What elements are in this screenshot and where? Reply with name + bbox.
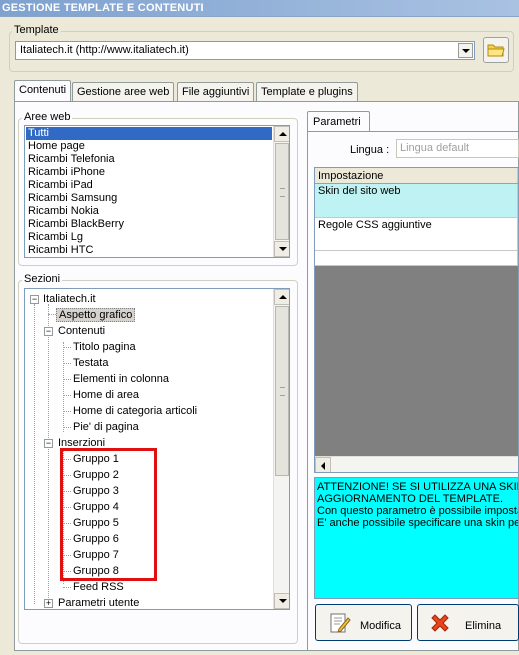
lingua-select[interactable]: Lingua default [396, 139, 519, 158]
folder-icon [487, 44, 505, 57]
template-group-label: Template [12, 24, 61, 36]
tab-label: Template e plugins [261, 86, 353, 98]
tab-file-aggiuntivi[interactable]: File aggiuntivi [177, 82, 255, 101]
scroll-down-icon[interactable] [274, 593, 289, 609]
tree-node-aspetto-grafico[interactable]: Aspetto grafico [56, 308, 136, 322]
tree-line [48, 314, 56, 315]
tree-node-item[interactable]: Pie' di pagina [73, 420, 139, 434]
info-box: ATTENZIONE! SE SI UTILIZZA UNA SKIN P AG… [314, 477, 519, 599]
tree-line [63, 342, 64, 432]
scroll-left-icon[interactable] [315, 457, 331, 472]
grid-cell [315, 251, 518, 265]
grid-row[interactable]: Regole CSS aggiuntive [315, 218, 518, 251]
aree-web-list[interactable]: Tutti Home page Ricambi Telefonia Ricambi i… [24, 125, 290, 258]
expand-icon[interactable]: + [44, 599, 53, 608]
tree-node-item[interactable]: Titolo pagina [73, 340, 136, 354]
edit-icon [330, 613, 351, 633]
collapse-icon[interactable]: − [44, 439, 53, 448]
elimina-button[interactable]: Elimina [417, 604, 519, 641]
scroll-up-icon[interactable] [274, 289, 289, 305]
list-item[interactable]: Ricambi BlackBerry [26, 218, 272, 231]
tab-contenuti[interactable]: Contenuti [14, 80, 72, 101]
list-item[interactable]: Tutti [26, 127, 272, 140]
tree-line [63, 427, 71, 428]
tree-node-item[interactable]: Elementi in colonna [73, 372, 169, 386]
sezioni-scrollbar[interactable] [273, 289, 289, 609]
scroll-down-icon[interactable] [274, 241, 289, 257]
delete-x-icon [431, 614, 449, 632]
list-item[interactable]: Ricambi iPhone [26, 166, 272, 179]
elimina-label: Elimina [465, 620, 502, 632]
list-item[interactable]: Ricambi Samsung [26, 192, 272, 205]
list-item[interactable]: Home page [26, 140, 272, 153]
annotation-highlight-box [60, 448, 157, 581]
parametri-grid[interactable]: Impostazione Skin del sito web Regole CS… [314, 167, 519, 473]
lingua-select-value: Lingua default [400, 142, 470, 154]
tree-line [63, 587, 71, 588]
scroll-thumb[interactable] [275, 306, 289, 476]
tree-node-label: Aspetto grafico [56, 308, 136, 322]
scroll-thumb[interactable] [275, 143, 289, 240]
list-item[interactable]: Ricambi Nokia [26, 205, 272, 218]
list-item[interactable]: Ricambi iPad [26, 179, 272, 192]
collapse-icon[interactable]: − [44, 327, 53, 336]
list-item[interactable]: Ricambi Telefonia [26, 153, 272, 166]
tree-line [48, 304, 49, 604]
tree-line [63, 395, 71, 396]
tree-node-contenuti[interactable]: Contenuti [58, 324, 105, 338]
grid-cell: Regole CSS aggiuntive [315, 218, 518, 250]
grid-cell: Skin del sito web [315, 184, 518, 217]
tree-node-item[interactable]: Home di categoria articoli [73, 404, 197, 418]
tab-template-e-plugins[interactable]: Template e plugins [256, 82, 358, 101]
info-line: AGGIORNAMENTO DEL TEMPLATE. [317, 493, 504, 505]
grid-header: Impostazione [315, 168, 518, 184]
tree-node-parametri-utente[interactable]: Parametri utente [58, 596, 139, 609]
grid-row[interactable] [315, 251, 518, 266]
window-titlebar: GESTIONE TEMPLATE E CONTENUTI [0, 0, 519, 17]
grid-hscrollbar[interactable] [315, 456, 518, 472]
info-line: Con questo parametro è possibile imposta… [317, 505, 519, 517]
modifica-label: Modifica [360, 620, 401, 632]
list-item[interactable]: Ricambi Lg [26, 231, 272, 244]
tab-label: Gestione aree web [77, 86, 170, 98]
window-title: GESTIONE TEMPLATE E CONTENUTI [2, 2, 204, 14]
tree-line [63, 363, 71, 364]
tree-node-root[interactable]: Italiatech.it [43, 292, 96, 306]
tree-line [63, 411, 71, 412]
lingua-label: Lingua : [350, 144, 390, 156]
aree-web-scrollbar[interactable] [273, 126, 289, 257]
tree-node-item[interactable]: Home di area [73, 388, 139, 402]
template-select[interactable]: Italiatech.it (http://www.italiatech.it) [15, 41, 475, 60]
info-line: ATTENZIONE! SE SI UTILIZZA UNA SKIN P [317, 481, 519, 493]
modifica-button[interactable]: Modifica [315, 604, 412, 641]
collapse-icon[interactable]: − [30, 295, 39, 304]
grid-header-impostazione: Impostazione [315, 168, 518, 183]
main-tabs: Contenuti Gestione aree web File aggiunt… [14, 80, 514, 103]
tree-node-item[interactable]: Testata [73, 356, 108, 370]
list-item[interactable]: Ricambi HTC [26, 244, 272, 257]
tab-gestione-aree-web[interactable]: Gestione aree web [72, 82, 175, 101]
aree-web-label: Aree web [22, 111, 73, 123]
tab-label: Parametri [313, 116, 361, 128]
browse-template-button[interactable] [483, 37, 509, 63]
tab-label: File aggiuntivi [182, 86, 250, 98]
tree-line [63, 347, 71, 348]
tree-line [63, 379, 71, 380]
info-line: E' anche possibile specificare una skin … [317, 517, 519, 529]
scroll-up-icon[interactable] [274, 126, 289, 142]
tree-node-item[interactable]: Feed RSS [73, 580, 124, 594]
grid-row[interactable]: Skin del sito web [315, 184, 518, 218]
tab-label: Contenuti [19, 84, 67, 96]
tab-parametri[interactable]: Parametri [307, 111, 370, 132]
chevron-down-icon[interactable] [458, 43, 473, 58]
tree-line [34, 304, 35, 604]
template-select-value: Italiatech.it (http://www.italiatech.it) [20, 44, 189, 56]
sezioni-label: Sezioni [22, 273, 63, 285]
